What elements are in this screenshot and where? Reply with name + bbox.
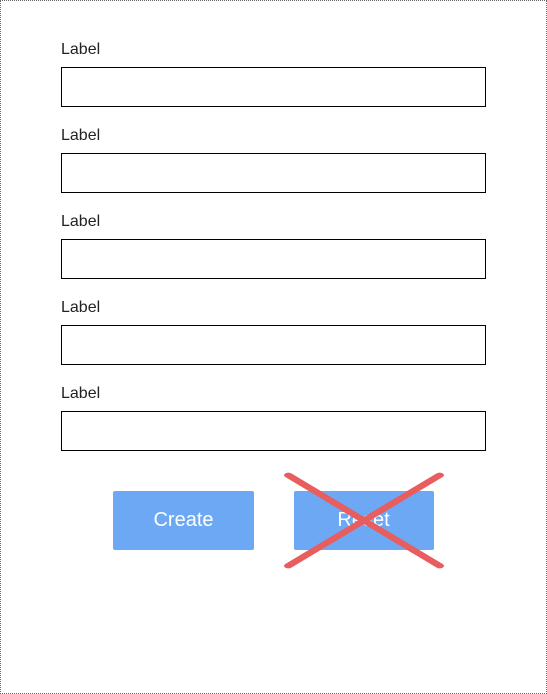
form-field-4: Label: [61, 299, 486, 365]
field-label-3: Label: [61, 213, 486, 231]
create-button[interactable]: Create: [113, 491, 253, 550]
form-container: Label Label Label Label Label Create Res…: [0, 0, 547, 694]
form-field-5: Label: [61, 385, 486, 451]
field-label-2: Label: [61, 127, 486, 145]
reset-button-wrapper: Reset: [294, 491, 434, 550]
field-label-1: Label: [61, 41, 486, 59]
field-label-5: Label: [61, 385, 486, 403]
field-input-5[interactable]: [61, 411, 486, 451]
field-input-2[interactable]: [61, 153, 486, 193]
field-label-4: Label: [61, 299, 486, 317]
reset-button[interactable]: Reset: [294, 491, 434, 550]
button-row: Create Reset: [61, 491, 486, 550]
field-input-3[interactable]: [61, 239, 486, 279]
field-input-4[interactable]: [61, 325, 486, 365]
form-field-3: Label: [61, 213, 486, 279]
form-field-2: Label: [61, 127, 486, 193]
field-input-1[interactable]: [61, 67, 486, 107]
form-field-1: Label: [61, 41, 486, 107]
